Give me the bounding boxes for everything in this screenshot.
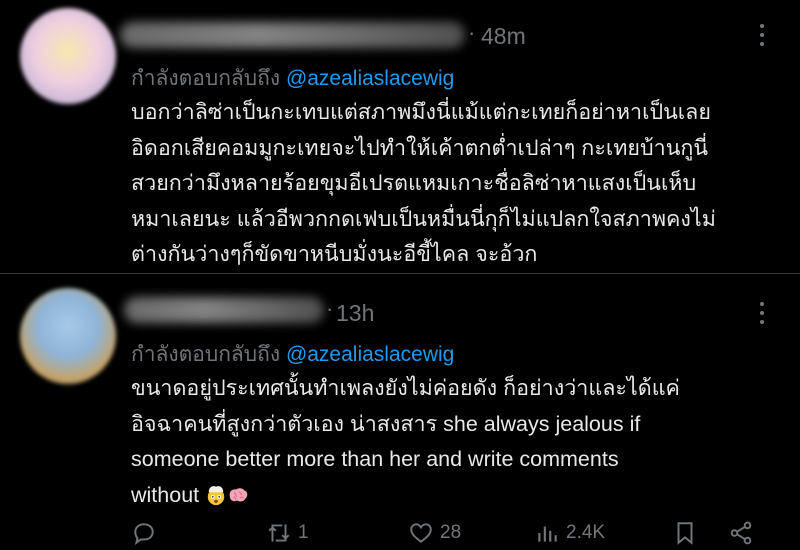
heart-icon (410, 523, 432, 543)
retweet-icon (268, 524, 290, 542)
blurred-display-name[interactable] (120, 22, 465, 48)
tweet-text-line: สวยกว่ามึงหลายร้อยขุมอีเปรตแหมเกาะชื่อลิ… (131, 171, 697, 195)
blurred-display-name[interactable] (124, 297, 324, 323)
like-count: 28 (440, 522, 462, 543)
tweet[interactable]: · 48m กำลังตอบกลับถึง @azealiaslacewig บ… (0, 0, 800, 274)
reply-icon (134, 523, 154, 546)
tweet-text: บอกว่าลิซ่าเป็นกะเทบแต่สภาพมึงนี่แม้แต่ก… (131, 95, 781, 273)
bookmark-icon (677, 522, 693, 545)
more-options-icon[interactable] (760, 302, 766, 324)
replying-prefix: กำลังตอบกลับถึง (131, 67, 286, 90)
views-chart-icon (538, 526, 557, 542)
tweet-text-line: หมาเลยนะ แล้วอีพวกกดเฟบเป็นหมื่นนี่กุก็ไ… (131, 206, 716, 231)
brain-icon (229, 487, 248, 501)
views-button[interactable]: 2.4K (534, 520, 605, 546)
tweet-timestamp[interactable]: 13h (336, 300, 374, 327)
tweet-text-line: อิจฉาคนที่สูงกว่าตัวเอง น่าสงสาร she alw… (131, 411, 641, 436)
like-button[interactable]: 28 (408, 520, 461, 546)
tweet-text-line: อิดอกเสียคอมมูกะเทยจะไปทำให้เค้าตกต่ำเปล… (131, 135, 709, 160)
share-button[interactable] (728, 520, 754, 546)
retweet-button[interactable]: 1 (266, 520, 309, 546)
separator-dot: · (326, 296, 334, 321)
exploding-head-icon (207, 485, 225, 505)
tweet-text-line: someone better more than her and write c… (131, 447, 619, 471)
tweet-text-line: ต่างกันว่างๆก็ขัดขาหนีบมั่งนะอีขี้ไคล จะ… (131, 242, 538, 266)
replying-handle-link[interactable]: @azealiaslacewig (286, 343, 454, 366)
separator-dot: · (468, 20, 476, 45)
replying-to: กำลังตอบกลับถึง @azealiaslacewig (131, 62, 454, 95)
avatar[interactable] (20, 288, 116, 384)
tweet-text: ขนาดอยู่ประเทศนั้นทำเพลงยังไม่ค่อยดัง ก็… (131, 371, 781, 513)
tweet-text-line: บอกว่าลิซ่าเป็นกะเทบแต่สภาพมึงนี่แม้แต่ก… (131, 100, 711, 124)
view-count: 2.4K (566, 522, 606, 543)
tweet-timestamp[interactable]: 48m (481, 23, 526, 50)
bookmark-button[interactable] (672, 520, 698, 546)
avatar[interactable] (20, 8, 116, 104)
tweet-text-line: without (131, 482, 200, 507)
retweet-count: 1 (298, 522, 309, 543)
replying-to: กำลังตอบกลับถึง @azealiaslacewig (131, 338, 454, 371)
replying-handle-link[interactable]: @azealiaslacewig (286, 67, 454, 90)
reply-button[interactable] (131, 520, 157, 546)
share-icon (730, 521, 752, 545)
tweet-text-line: ขนาดอยู่ประเทศนั้นทำเพลงยังไม่ค่อยดัง ก็… (131, 376, 680, 400)
replying-prefix: กำลังตอบกลับถึง (131, 343, 286, 366)
more-options-icon[interactable] (760, 24, 766, 46)
tweet[interactable]: · 13h กำลังตอบกลับถึง @azealiaslacewig ข… (0, 274, 800, 546)
